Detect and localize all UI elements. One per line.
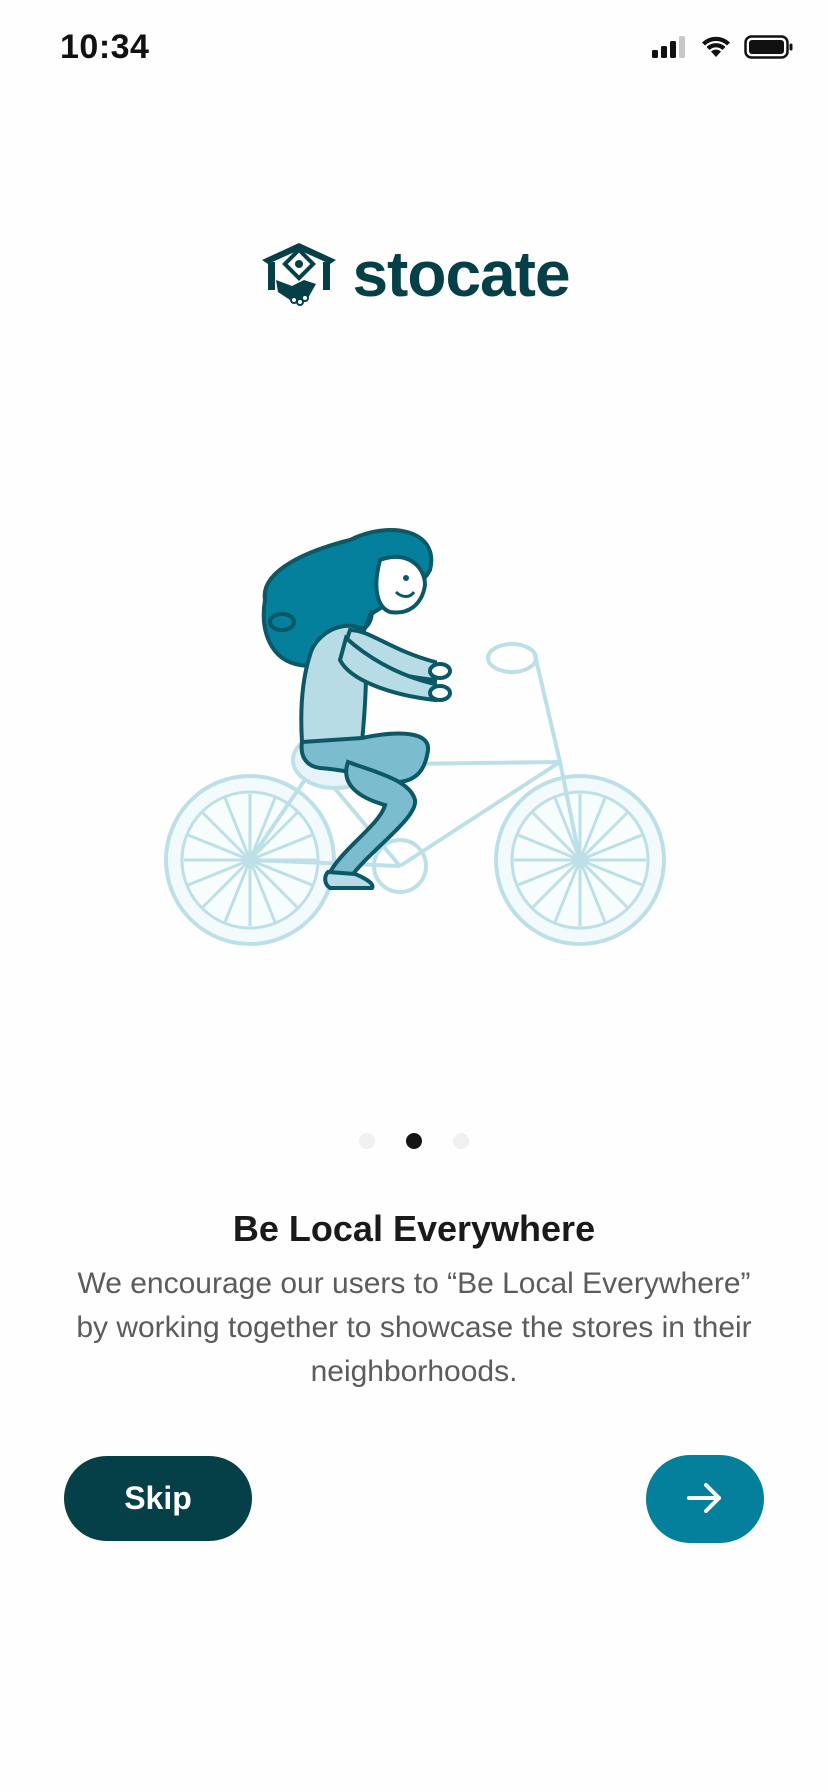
page-dot[interactable] — [453, 1133, 469, 1149]
page-dot-active[interactable] — [406, 1133, 422, 1149]
arrow-right-icon — [685, 1481, 725, 1518]
onboarding-description: We encourage our users to “Be Local Ever… — [76, 1267, 752, 1388]
page-dot[interactable] — [359, 1133, 375, 1149]
status-bar: 10:34 — [0, 0, 828, 100]
page-indicator — [0, 1133, 828, 1149]
skip-button[interactable]: Skip — [64, 1456, 252, 1541]
battery-icon — [744, 34, 794, 65]
onboarding-title: Be Local Everywhere — [232, 1208, 596, 1249]
status-time: 10:34 — [60, 28, 150, 66]
onboarding-screen: 10:34 stocate Be Local Everywhere We enc… — [0, 0, 828, 1792]
woman-riding-bicycle-image — [164, 528, 666, 946]
shoe — [323, 869, 375, 890]
app-logo: stocate — [0, 240, 828, 313]
cyclist-illustration — [150, 480, 690, 960]
logo-wordmark: stocate — [352, 237, 570, 310]
next-button[interactable] — [646, 1455, 764, 1543]
face — [374, 554, 428, 615]
storefront-handshake-icon — [258, 240, 340, 313]
cellular-signal-icon — [652, 35, 688, 64]
status-icons — [652, 34, 794, 64]
wifi-icon — [700, 35, 732, 64]
